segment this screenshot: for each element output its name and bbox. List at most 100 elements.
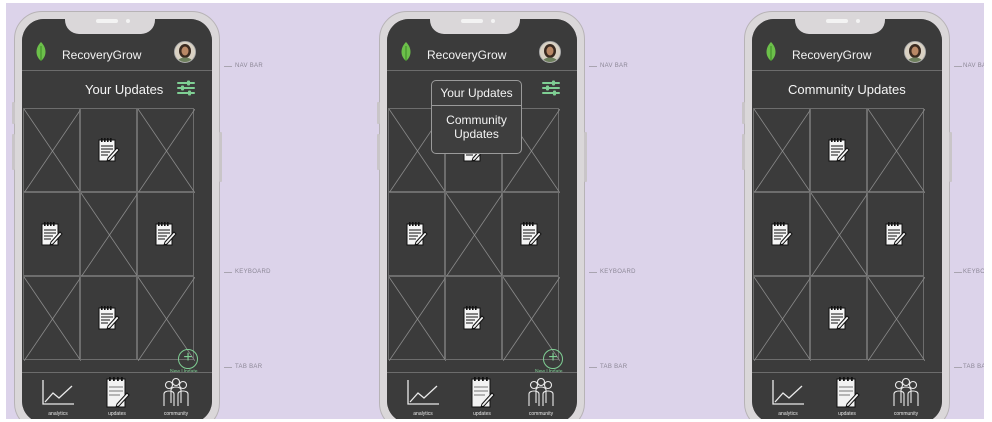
tab-updates[interactable]: updates <box>93 375 141 419</box>
grid-cell-note[interactable] <box>80 108 137 192</box>
phone-mockup-community-updates: RecoveryGrow Community Updates analytics… <box>742 11 952 419</box>
annotation-nav-bar: NAV BAR <box>600 63 628 69</box>
grid-cell-note[interactable] <box>137 192 194 276</box>
grid-cell-placeholder[interactable] <box>137 108 195 193</box>
updates-grid <box>752 108 942 370</box>
tab-label: community <box>893 411 919 417</box>
annotation-keyboard: KEYBOARD <box>235 269 271 275</box>
annotation-tab-bar: TAB BAR <box>600 364 628 370</box>
updates-grid <box>22 108 212 370</box>
annotation-nav-bar: NAV BAR <box>235 63 263 69</box>
line-chart-icon <box>407 380 439 405</box>
phone-screen: RecoveryGrow Community Updates analytics… <box>752 19 942 419</box>
grid-cell-placeholder[interactable] <box>753 276 811 361</box>
tab-analytics[interactable]: analytics <box>34 375 82 419</box>
updates-filter-dropdown: Your Updates Community Updates <box>431 80 522 154</box>
dropdown-option-line: Updates <box>454 127 499 141</box>
dropdown-option-community-updates[interactable]: Community Updates <box>432 113 521 141</box>
grid-cell-placeholder[interactable] <box>867 108 925 193</box>
image-placeholder-icon <box>138 109 195 193</box>
page-header: Your Updates <box>22 71 212 108</box>
line-chart-icon <box>772 380 804 405</box>
grid-cell-note[interactable] <box>23 192 80 276</box>
grid-cell-note[interactable] <box>445 276 502 360</box>
notepad-icon <box>463 306 485 330</box>
image-placeholder-icon <box>754 109 811 193</box>
new-update-button[interactable]: + <box>543 349 563 369</box>
notepad-icon <box>98 306 120 330</box>
profile-avatar[interactable] <box>174 41 196 63</box>
tab-bar: analytics updates community <box>22 372 212 419</box>
tab-label: community <box>163 411 189 417</box>
grid-cell-note[interactable] <box>753 192 810 276</box>
profile-avatar[interactable] <box>539 41 561 63</box>
image-placeholder-icon <box>24 109 81 193</box>
page-title: Community Updates <box>788 82 906 97</box>
annotation-tab-bar: TAB BAR <box>235 364 263 370</box>
grid-cell-note[interactable] <box>810 276 867 360</box>
app-title: RecoveryGrow <box>62 48 142 62</box>
image-placeholder-icon <box>811 193 868 277</box>
phone-mockup-dropdown: RecoveryGrow Your Updates Community Upda… <box>377 11 587 419</box>
filter-sliders-icon[interactable] <box>542 80 560 96</box>
tab-analytics[interactable]: analytics <box>399 375 447 419</box>
grid-cell-placeholder[interactable] <box>388 276 446 361</box>
phone-screen: RecoveryGrow Your Updates Community Upda… <box>387 19 577 419</box>
annotation-keyboard: KEYBOARD <box>963 269 984 275</box>
phone-screen: RecoveryGrow Your Updates + analytics up… <box>22 19 212 419</box>
notepad-icon <box>155 222 177 246</box>
notepad-icon <box>471 377 495 408</box>
notepad-icon <box>106 377 130 408</box>
mockup-canvas: RecoveryGrow Your Updates + analytics up… <box>6 3 984 419</box>
tab-updates[interactable]: updates <box>823 375 871 419</box>
dropdown-divider <box>432 105 521 106</box>
grid-cell-note[interactable] <box>867 192 924 276</box>
notepad-icon <box>828 306 850 330</box>
tab-community[interactable]: community <box>152 375 200 419</box>
image-placeholder-icon <box>754 277 811 361</box>
avatar-photo-icon <box>175 42 195 62</box>
annotation-tab-bar: TAB BAR <box>963 364 984 370</box>
avatar-photo-icon <box>905 42 925 62</box>
grid-cell-placeholder[interactable] <box>810 192 868 277</box>
dropdown-option-line: Community <box>446 113 507 127</box>
image-placeholder-icon <box>868 277 925 361</box>
grid-cell-note[interactable] <box>80 276 137 360</box>
profile-avatar[interactable] <box>904 41 926 63</box>
grid-cell-placeholder[interactable] <box>867 276 925 361</box>
people-icon <box>528 377 554 406</box>
tab-community[interactable]: community <box>517 375 565 419</box>
new-update-button[interactable]: + <box>178 349 198 369</box>
grid-cell-placeholder[interactable] <box>445 192 503 277</box>
phone-notch <box>430 12 520 34</box>
grid-cell-placeholder[interactable] <box>23 276 81 361</box>
tab-community[interactable]: community <box>882 375 930 419</box>
people-icon <box>893 377 919 406</box>
notepad-icon <box>828 138 850 162</box>
notepad-icon <box>520 222 542 246</box>
tab-bar: analytics updates community <box>752 372 942 419</box>
tab-label: community <box>528 411 554 417</box>
grid-cell-placeholder[interactable] <box>137 276 195 361</box>
page-header: Community Updates <box>752 71 942 108</box>
app-title: RecoveryGrow <box>792 48 872 62</box>
grid-cell-note[interactable] <box>388 192 445 276</box>
grid-cell-placeholder[interactable] <box>23 108 81 193</box>
leaf-logo-icon <box>401 42 411 61</box>
grid-cell-placeholder[interactable] <box>80 192 138 277</box>
annotation-nav-bar: NAV BAR <box>963 63 984 69</box>
notepad-icon <box>406 222 428 246</box>
avatar-photo-icon <box>540 42 560 62</box>
tab-updates[interactable]: updates <box>458 375 506 419</box>
grid-cell-note[interactable] <box>810 108 867 192</box>
grid-cell-placeholder[interactable] <box>502 276 560 361</box>
filter-sliders-icon[interactable] <box>177 80 195 96</box>
image-placeholder-icon <box>446 193 503 277</box>
phone-notch <box>795 12 885 34</box>
grid-cell-placeholder[interactable] <box>753 108 811 193</box>
grid-cell-note[interactable] <box>502 192 559 276</box>
dropdown-option-your-updates[interactable]: Your Updates <box>432 86 521 100</box>
leaf-logo-icon <box>36 42 46 61</box>
tab-analytics[interactable]: analytics <box>764 375 812 419</box>
tab-label: analytics <box>413 411 433 417</box>
